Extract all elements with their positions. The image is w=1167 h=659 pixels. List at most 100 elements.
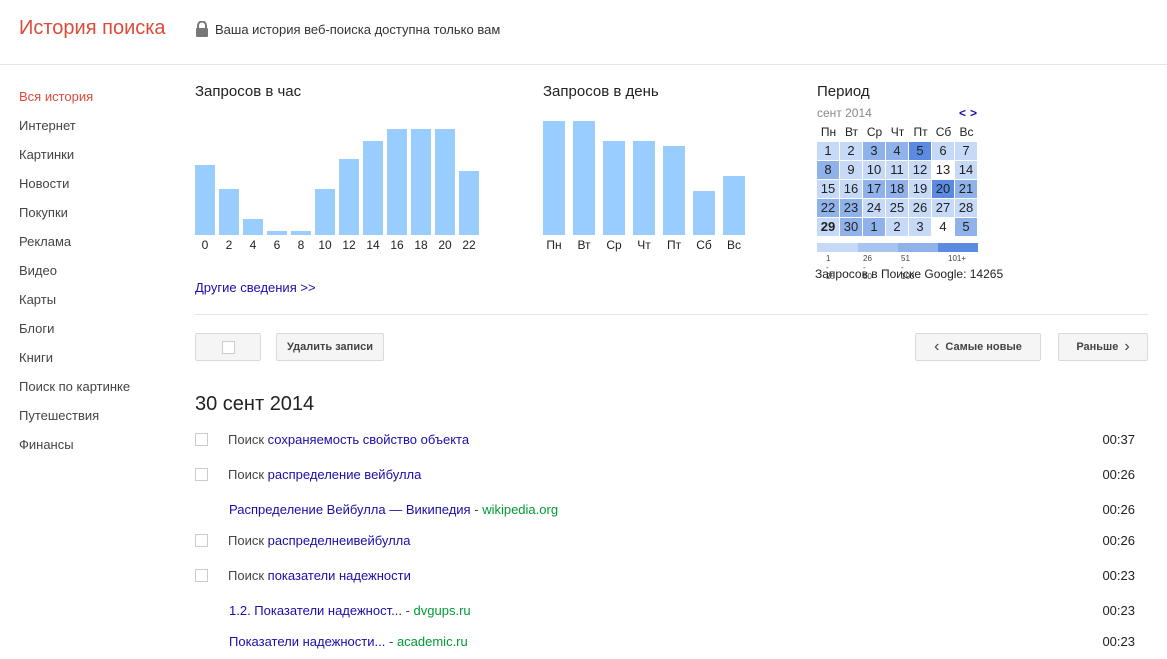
search-query-link[interactable]: распределнеивейбулла — [268, 533, 411, 548]
calendar-day[interactable]: 3 — [863, 142, 885, 160]
search-query-link[interactable]: сохраняемость свойство объекта — [268, 432, 469, 447]
calendar-weekday: Вт — [844, 125, 859, 139]
sidebar-item-web[interactable]: Интернет — [19, 118, 130, 147]
hourly-chart-bar — [243, 219, 263, 235]
row-checkbox[interactable] — [195, 433, 208, 446]
sidebar-item-travel[interactable]: Путешествия — [19, 408, 130, 437]
search-query-link[interactable]: распределение вейбулла — [268, 467, 422, 482]
calendar-day[interactable]: 5 — [955, 218, 977, 236]
hourly-chart-bar — [195, 165, 215, 235]
calendar-day[interactable]: 7 — [955, 142, 977, 160]
calendar-day[interactable]: 5 — [909, 142, 931, 160]
calendar-day[interactable]: 23 — [840, 199, 862, 217]
calendar-day[interactable]: 29 — [817, 218, 839, 236]
entry-time: 00:37 — [1102, 432, 1135, 447]
calendar-day[interactable]: 15 — [817, 180, 839, 198]
calendar-day[interactable]: 25 — [886, 199, 908, 217]
lock-icon — [196, 21, 208, 37]
legend-swatch-1 — [817, 243, 858, 252]
calendar-day[interactable]: 30 — [840, 218, 862, 236]
calendar-day[interactable]: 1 — [817, 142, 839, 160]
daily-chart-bar — [693, 191, 715, 235]
calendar-day[interactable]: 28 — [955, 199, 977, 217]
calendar-day[interactable]: 6 — [932, 142, 954, 160]
sidebar-item-all-history[interactable]: Вся история — [19, 89, 130, 118]
calendar-day[interactable]: 4 — [932, 218, 954, 236]
calendar-day[interactable]: 16 — [840, 180, 862, 198]
select-all-button[interactable] — [195, 333, 261, 361]
select-all-checkbox[interactable] — [221, 340, 235, 354]
calendar-day[interactable]: 17 — [863, 180, 885, 198]
result-domain: dvgups.ru — [413, 603, 471, 618]
calendar-day[interactable]: 8 — [817, 161, 839, 179]
history-result-row: Показатели надежности... - academic.ru 0… — [195, 634, 1135, 652]
calendar-day[interactable]: 1 — [863, 218, 885, 236]
calendar-day[interactable]: 18 — [886, 180, 908, 198]
calendar-day[interactable]: 19 — [909, 180, 931, 198]
entry-time: 00:23 — [1102, 634, 1135, 649]
result-separator: - — [388, 634, 394, 649]
calendar-day[interactable]: 13 — [932, 161, 954, 179]
sidebar-item-ads[interactable]: Реклама — [19, 234, 130, 263]
chevron-right-icon: › — [1124, 338, 1130, 355]
calendar-day[interactable]: 4 — [886, 142, 908, 160]
delete-entries-button[interactable]: Удалить записи — [276, 333, 384, 361]
sidebar-item-video[interactable]: Видео — [19, 263, 130, 292]
entry-time: 00:23 — [1102, 603, 1135, 618]
daily-chart-bar — [723, 176, 745, 235]
daily-chart-tick-label: Пт — [666, 238, 682, 252]
calendar-day[interactable]: 9 — [840, 161, 862, 179]
sidebar-item-maps[interactable]: Карты — [19, 292, 130, 321]
history-row: Поиск распределение вейбулла 00:26 — [195, 467, 1135, 485]
row-checkbox[interactable] — [195, 569, 208, 582]
row-checkbox[interactable] — [195, 468, 208, 481]
calendar-day[interactable]: 24 — [863, 199, 885, 217]
result-link[interactable]: Распределение Вейбулла — Википедия — [229, 502, 471, 517]
calendar-day[interactable]: 20 — [932, 180, 954, 198]
calendar-day[interactable]: 22 — [817, 199, 839, 217]
more-details-link[interactable]: Другие сведения >> — [195, 280, 316, 295]
legend-swatch-2 — [858, 243, 898, 252]
legend-label-4: 101+ — [948, 254, 967, 263]
result-link[interactable]: 1.2. Показатели надежност... — [229, 603, 402, 618]
sidebar-item-shopping[interactable]: Покупки — [19, 205, 130, 234]
privacy-notice: Ваша история веб-поиска доступна только … — [195, 21, 500, 37]
sidebar-item-image-search[interactable]: Поиск по картинке — [19, 379, 130, 408]
row-checkbox[interactable] — [195, 534, 208, 547]
calendar-next-button[interactable]: > — [970, 106, 977, 120]
page-title[interactable]: История поиска — [19, 17, 166, 40]
calendar-day[interactable]: 3 — [909, 218, 931, 236]
hourly-chart-bar — [315, 189, 335, 235]
calendar-weekday: Пт — [913, 125, 928, 139]
older-button[interactable]: Раньше › — [1058, 333, 1148, 361]
calendar-day[interactable]: 27 — [932, 199, 954, 217]
history-result-row: Распределение Вейбулла — Википедия - wik… — [195, 502, 1135, 520]
older-button-label: Раньше — [1076, 341, 1119, 353]
sidebar-item-images[interactable]: Картинки — [19, 147, 130, 176]
history-result-row: 1.2. Показатели надежност... - dvgups.ru… — [195, 603, 1135, 621]
search-prefix: Поиск — [228, 467, 265, 482]
calendar-weekday: Ср — [866, 125, 883, 139]
chevron-left-icon: ‹ — [934, 338, 940, 355]
search-query-link[interactable]: показатели надежности — [268, 568, 411, 583]
result-separator: - — [474, 502, 479, 517]
calendar-day[interactable]: 2 — [840, 142, 862, 160]
daily-chart-bar — [573, 121, 595, 235]
sidebar-nav: Вся история Интернет Картинки Новости По… — [19, 89, 130, 466]
calendar-day[interactable]: 10 — [863, 161, 885, 179]
sidebar-item-books[interactable]: Книги — [19, 350, 130, 379]
legend-swatch-3 — [898, 243, 938, 252]
sidebar-item-finance[interactable]: Финансы — [19, 437, 130, 466]
calendar-prev-button[interactable]: < — [959, 106, 966, 120]
calendar-day[interactable]: 26 — [909, 199, 931, 217]
daily-chart-tick-label: Пн — [546, 238, 562, 252]
calendar-day[interactable]: 2 — [886, 218, 908, 236]
sidebar-item-news[interactable]: Новости — [19, 176, 130, 205]
calendar-day[interactable]: 14 — [955, 161, 977, 179]
calendar-day[interactable]: 21 — [955, 180, 977, 198]
calendar-day[interactable]: 11 — [886, 161, 908, 179]
result-link[interactable]: Показатели надежности... — [229, 634, 385, 649]
calendar-day[interactable]: 12 — [909, 161, 931, 179]
sidebar-item-blogs[interactable]: Блоги — [19, 321, 130, 350]
newest-button[interactable]: ‹ Самые новые — [915, 333, 1041, 361]
